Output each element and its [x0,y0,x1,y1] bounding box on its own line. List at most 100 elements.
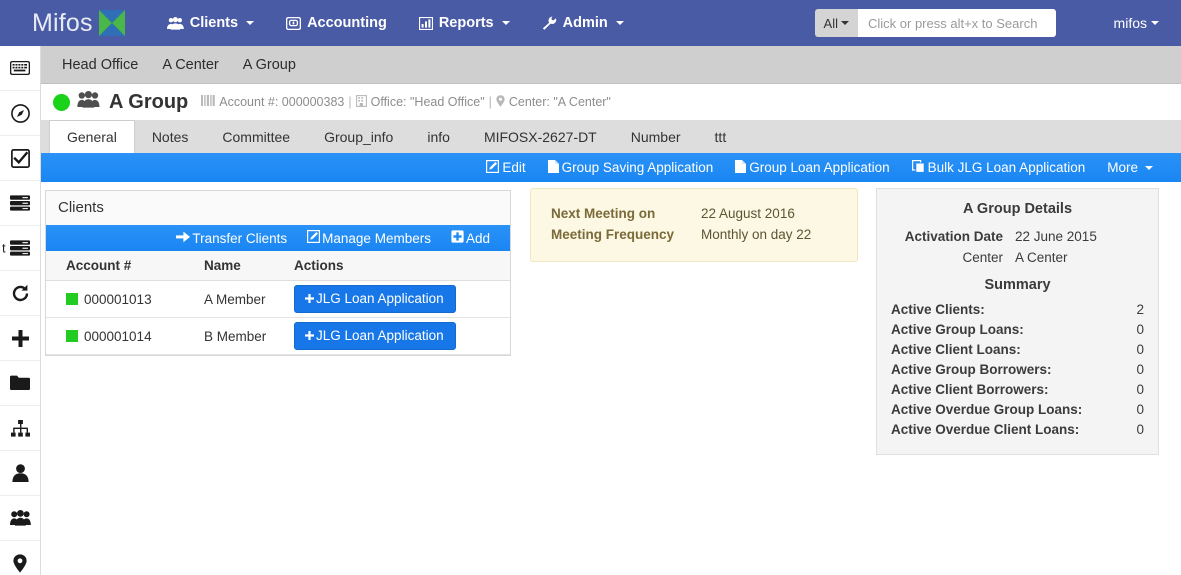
copy-icon [911,159,925,176]
bar-chart-icon [418,16,433,30]
add-client-button[interactable]: Add [441,230,500,246]
mifos-x-group-page: Mifos Clients Accounting Reports Admin A… [0,0,1181,575]
plus-icon [11,329,30,348]
nav-item-admin-label: Admin [562,15,608,31]
brand-logo[interactable]: Mifos [32,9,125,38]
more-menu-button[interactable]: More [1096,160,1164,175]
compass-icon-button[interactable] [0,91,40,136]
chevron-down-icon [501,21,510,25]
users-group-icon-button[interactable] [0,496,40,541]
group-action-bar: Edit Group Saving Application Group Loan… [41,153,1181,182]
manage-members-label: Manage Members [322,230,431,246]
group-saving-application-button[interactable]: Group Saving Application [537,159,725,176]
next-meeting-box: Next Meeting on 22 August 2016 Meeting F… [530,188,858,262]
summary-label: Active Group Loans: [891,322,1024,337]
table-row[interactable]: 000001013 A Member JLG Loan Application [46,280,510,318]
tab-mifosx-2627-dt[interactable]: MIFOSX-2627-DT [467,120,614,153]
user-menu[interactable]: mifos [1114,0,1159,46]
tab-notes[interactable]: Notes [135,120,206,153]
center-label: Center: "A Center" [508,95,611,109]
search-input[interactable] [858,9,1056,37]
meeting-frequency-label: Meeting Frequency [551,227,675,242]
account-number: 000001014 [84,328,152,344]
nav-item-reports[interactable]: Reports [403,0,526,46]
activation-date-label: Activation Date [904,229,1003,244]
next-meeting-row: Next Meeting on 22 August 2016 [551,203,841,224]
tab-info[interactable]: info [410,120,467,153]
center-row: Center A Center [891,247,1144,268]
group-header: A Group Account #: 000000383 | Office: "… [41,84,1181,120]
next-meeting-label: Next Meeting on [551,206,656,221]
chevron-down-icon [246,21,255,25]
search-scope-dropdown[interactable]: All [814,9,858,37]
transfer-clients-button[interactable]: Transfer Clients [166,231,297,246]
summary-row-active-overdue-client-loans: Active Overdue Client Loans: 0 [891,420,1144,440]
chevron-down-icon [1151,21,1159,25]
sitemap-icon [10,419,30,437]
tab-group-info[interactable]: Group_info [307,120,410,153]
global-search: All [814,9,1056,37]
list-t-icon-button[interactable]: t [0,226,40,271]
breadcrumb-item-a-group[interactable]: A Group [243,57,296,73]
jlg-loan-application-button[interactable]: JLG Loan Application [294,322,456,350]
sitemap-icon-button[interactable] [0,406,40,451]
plus-icon-button[interactable] [0,316,40,361]
users-group-icon [9,510,31,526]
folder-icon-button[interactable] [0,361,40,406]
arrow-right-icon [176,231,191,246]
plus-icon [305,328,314,343]
summary-value: 0 [1136,382,1144,397]
bulk-jlg-loan-application-button[interactable]: Bulk JLG Loan Application [901,159,1097,176]
summary-value: 0 [1136,342,1144,357]
more-menu-label: More [1107,160,1138,175]
nav-item-admin[interactable]: Admin [526,0,640,46]
nav-item-clients[interactable]: Clients [151,0,270,46]
tab-committee[interactable]: Committee [205,120,307,153]
jlg-loan-application-label: JLG Loan Application [316,328,444,343]
map-marker-icon-button[interactable] [0,541,40,575]
account-number: 000001013 [84,291,152,307]
left-icon-rail: t [0,46,41,575]
brand-name: Mifos [32,8,93,37]
manage-members-button[interactable]: Manage Members [297,230,441,246]
keyboard-icon-button[interactable] [0,46,40,91]
breadcrumb-item-head-office[interactable]: Head Office [62,57,138,73]
summary-value: 0 [1136,402,1144,417]
refresh-icon-button[interactable] [0,271,40,316]
jlg-loan-application-button[interactable]: JLG Loan Application [294,285,456,313]
list-icon-button[interactable] [0,181,40,226]
group-header-meta: Account #: 000000383 | Office: "Head Off… [201,94,611,110]
list-t-icon [10,240,30,256]
user-icon [11,464,29,482]
cell-account: 000001013 [46,280,204,318]
tab-general[interactable]: General [49,120,135,153]
nav-item-accounting[interactable]: Accounting [270,0,403,46]
office-label: Office: "Head Office" [370,95,485,109]
summary-row-active-overdue-group-loans: Active Overdue Group Loans: 0 [891,400,1144,420]
center-label: Center [962,250,1003,265]
summary-value: 0 [1136,362,1144,377]
table-row[interactable]: 000001014 B Member JLG Loan Application [46,317,510,355]
cell-actions: JLG Loan Application [294,317,510,355]
summary-label: Active Overdue Group Loans: [891,402,1083,417]
tab-ttt[interactable]: ttt [698,120,744,153]
status-badge [66,292,78,305]
next-meeting-value: 22 August 2016 [701,206,795,221]
file-icon [547,159,559,176]
summary-value: 0 [1136,422,1144,437]
summary-row-active-clients: Active Clients: 2 [891,300,1144,320]
meeting-frequency-value: Monthly on day 22 [701,227,812,242]
refresh-icon [11,284,30,303]
checkbox-icon-button[interactable] [0,136,40,181]
summary-label: Active Clients: [891,302,985,317]
breadcrumb-item-a-center[interactable]: A Center [162,57,218,73]
column-header-account: Account # [46,251,204,281]
group-loan-application-button[interactable]: Group Loan Application [724,159,900,176]
user-icon-button[interactable] [0,451,40,496]
center-value: A Center [1015,250,1068,265]
tab-number[interactable]: Number [614,120,698,153]
account-number-label: Account #: 000000383 [219,95,345,109]
cell-name: A Member [204,280,294,318]
summary-row-active-client-loans: Active Client Loans: 0 [891,340,1144,360]
edit-button[interactable]: Edit [475,159,536,176]
